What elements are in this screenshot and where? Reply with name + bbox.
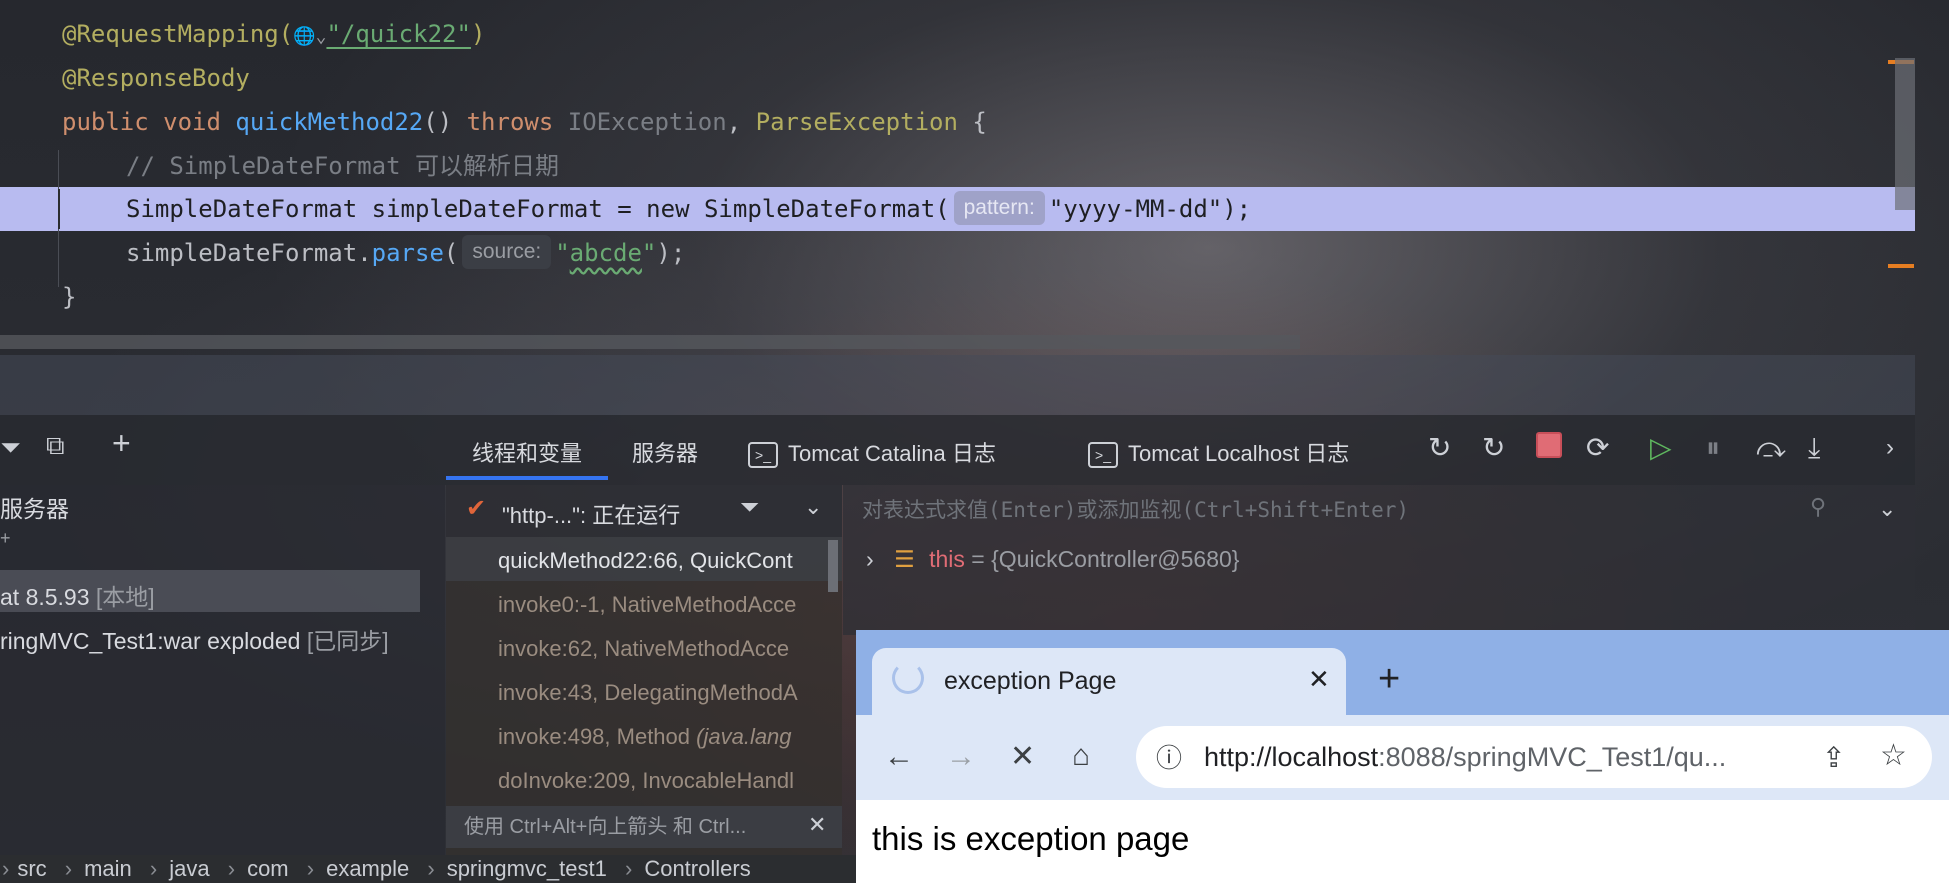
share-icon[interactable]: ⇪	[1822, 742, 1845, 774]
code-line-7[interactable]: }	[62, 275, 76, 319]
frame-item[interactable]: quickMethod22:66, QuickCont	[498, 548, 793, 574]
step-into-icon[interactable]: ⤓	[1808, 432, 1820, 464]
bookmark-star-icon[interactable]: ☆	[1880, 740, 1907, 772]
home-icon[interactable]: ⌂	[1072, 740, 1090, 772]
page-content: this is exception page	[872, 820, 1190, 857]
breadcrumb-item[interactable]: example	[326, 856, 409, 881]
navigation-hint: 使用 Ctrl+Alt+向上箭头 和 Ctrl...	[446, 806, 842, 848]
text-caret	[58, 189, 60, 229]
frame-item[interactable]: invoke0:-1, NativeMethodAcce	[498, 592, 796, 618]
tab-title: exception Page	[944, 667, 1117, 695]
code-line-6[interactable]: simpleDateFormat.parse(source: "abcde");	[126, 231, 685, 275]
tree-item-tomcat[interactable]: at 8.5.93 [本地]	[0, 578, 155, 612]
rerun-debug-icon[interactable]: ↻	[1482, 432, 1505, 464]
breadcrumb-item[interactable]: springmvc_test1	[447, 856, 607, 881]
breadcrumb-item[interactable]: java	[169, 856, 209, 881]
browser-tab[interactable]: exception Page ✕	[872, 648, 1346, 715]
frame-item[interactable]: invoke:498, Method (java.lang	[498, 724, 792, 750]
services-tree	[0, 485, 445, 855]
new-tab-icon[interactable]: +	[1378, 660, 1400, 698]
close-icon[interactable]: ✕	[808, 812, 826, 838]
tree-item-expand[interactable]: +	[0, 528, 11, 549]
add-icon[interactable]: +	[112, 427, 131, 459]
close-tab-icon[interactable]: ✕	[1308, 664, 1330, 695]
code-line-1[interactable]: @RequestMapping(🌐⌄"/quick22")	[62, 12, 485, 56]
rerun-icon[interactable]: ↻	[1428, 432, 1451, 464]
variable-row[interactable]: › ☰ this = {QuickController@5680}	[866, 546, 1239, 573]
terminal-icon: >_	[1088, 442, 1118, 469]
resume-icon[interactable]: ▷	[1650, 432, 1672, 464]
thread-name[interactable]: "http-...": 正在运行	[502, 498, 680, 530]
parameter-hint: source:	[462, 235, 552, 269]
url-link[interactable]: "/quick22"	[326, 20, 471, 48]
evaluate-expression-input[interactable]: 对表达式求值(Enter)或添加监视(Ctrl+Shift+Enter)	[862, 494, 1409, 524]
breadcrumb-item[interactable]: main	[84, 856, 132, 881]
editor-panel-gap	[0, 355, 1915, 415]
chevron-right-icon[interactable]: ›	[866, 546, 874, 572]
code-line-3[interactable]: public void quickMethod22() throws IOExc…	[62, 100, 987, 144]
code-line-2[interactable]: @ResponseBody	[62, 56, 250, 100]
more-chevron-icon[interactable]: ›	[1886, 432, 1894, 464]
tab-catalina-log[interactable]: >_ Tomcat Catalina 日志	[748, 436, 996, 469]
horizontal-scrollbar[interactable]	[0, 335, 1300, 349]
code-line-5[interactable]: SimpleDateFormat simpleDateFormat = new …	[126, 187, 1251, 231]
tab-threads-variables[interactable]: 线程和变量	[472, 436, 582, 468]
refresh-icon[interactable]: ⟳	[1586, 432, 1609, 464]
terminal-icon: >_	[748, 442, 778, 469]
browser-window: exception Page ✕ + ← → ✕ ⌂ ⓘ http://loca…	[856, 630, 1949, 883]
frame-item[interactable]: invoke:43, DelegatingMethodA	[498, 680, 798, 706]
tab-localhost-log[interactable]: >_ Tomcat Localhost 日志	[1088, 436, 1349, 469]
check-icon: ✔	[466, 495, 487, 522]
tree-item-artifact[interactable]: ringMVC_Test1:war exploded [已同步]	[0, 622, 389, 656]
parameter-hint: pattern:	[953, 191, 1045, 225]
url-text[interactable]: http://localhost:8088/springMVC_Test1/qu…	[1204, 742, 1726, 773]
breadcrumb-item[interactable]: com	[247, 856, 289, 881]
filter-icon[interactable]: ⏷	[0, 434, 21, 460]
loading-spinner-icon	[892, 662, 924, 694]
filter-icon[interactable]: ⏷	[740, 494, 759, 522]
tree-item-servers[interactable]: 服务器	[0, 490, 69, 524]
frames-scrollbar[interactable]	[828, 540, 838, 592]
active-tab-indicator	[446, 476, 608, 480]
step-over-icon[interactable]: ⤼	[1756, 432, 1786, 464]
pause-icon[interactable]: ⏸	[1706, 432, 1720, 464]
frame-item[interactable]: doInvoke:209, InvocableHandl	[498, 768, 794, 794]
code-editor[interactable]: @RequestMapping(🌐⌄"/quick22") @ResponseB…	[0, 0, 1915, 352]
stop-button[interactable]	[1536, 432, 1562, 465]
site-info-icon[interactable]: ⓘ	[1156, 742, 1182, 774]
code-line-4[interactable]: // SimpleDateFormat 可以解析日期	[126, 144, 559, 188]
warning-marker[interactable]	[1888, 264, 1914, 268]
vertical-scrollbar[interactable]	[1895, 58, 1915, 210]
forward-arrow-icon[interactable]: →	[946, 741, 976, 773]
globe-icon[interactable]: 🌐⌄	[293, 26, 326, 47]
tab-server[interactable]: 服务器	[632, 436, 698, 468]
field-icon: ☰	[894, 546, 915, 572]
chevron-down-icon[interactable]: ⌄	[804, 494, 822, 520]
stop-loading-icon[interactable]: ✕	[1010, 741, 1035, 773]
chevron-down-icon[interactable]: ⌄	[1878, 496, 1896, 522]
add-watch-icon[interactable]: ⚲	[1810, 494, 1826, 520]
breadcrumb: › src › main › java › com › example › springmv…	[0, 855, 860, 883]
breadcrumb-item[interactable]: Controllers	[644, 856, 750, 881]
back-arrow-icon[interactable]: ←	[884, 741, 914, 773]
breadcrumb-item[interactable]: src	[17, 856, 46, 881]
new-window-icon[interactable]: ⧉	[46, 432, 65, 458]
frame-item[interactable]: invoke:62, NativeMethodAcce	[498, 636, 789, 662]
